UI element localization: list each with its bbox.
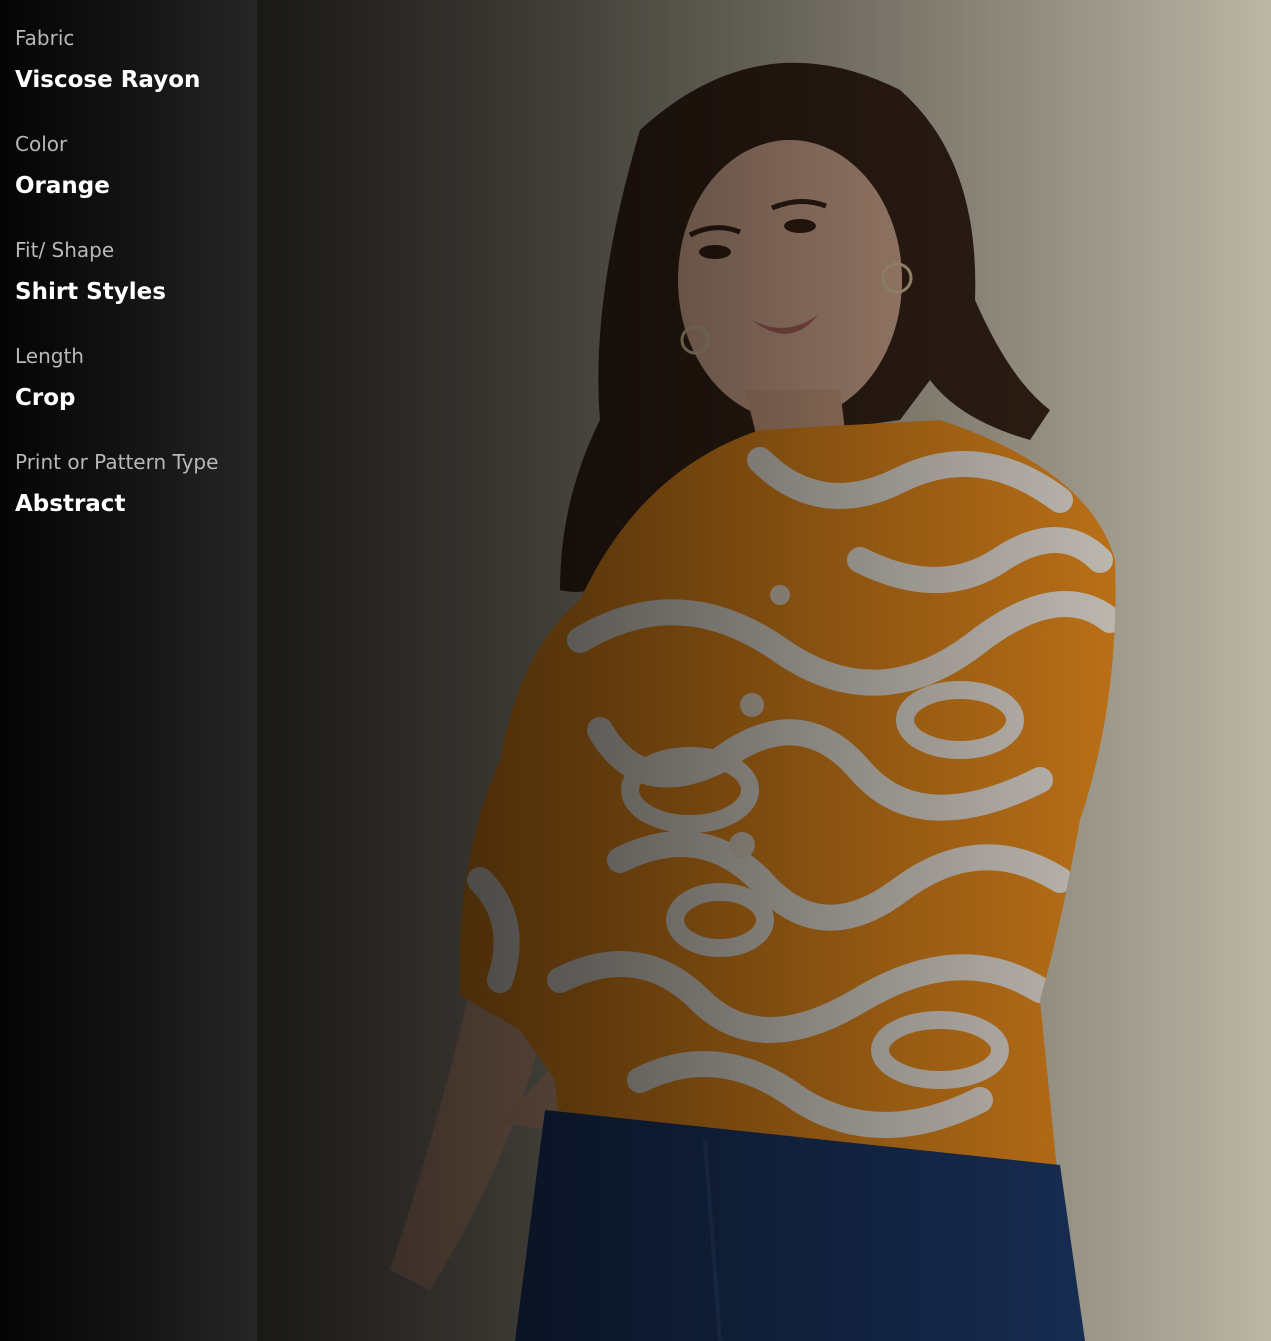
attribute-fit-shape: Fit/ Shape Shirt Styles bbox=[15, 238, 166, 306]
attribute-value: Orange bbox=[15, 173, 110, 199]
product-detail-view: Fabric Viscose Rayon Color Orange Fit/ S… bbox=[0, 0, 1271, 1341]
attribute-print-pattern: Print or Pattern Type Abstract bbox=[15, 450, 218, 518]
product-attributes-panel: Fabric Viscose Rayon Color Orange Fit/ S… bbox=[0, 0, 257, 1341]
attribute-value: Abstract bbox=[15, 491, 126, 517]
attribute-label: Print or Pattern Type bbox=[15, 450, 219, 474]
attribute-label: Length bbox=[15, 344, 84, 368]
attribute-length: Length Crop bbox=[15, 344, 84, 412]
attribute-fabric: Fabric Viscose Rayon bbox=[15, 26, 200, 94]
attribute-value: Shirt Styles bbox=[15, 279, 166, 305]
attribute-label: Fabric bbox=[15, 26, 75, 50]
attribute-color: Color Orange bbox=[15, 132, 110, 200]
attribute-value: Viscose Rayon bbox=[15, 67, 201, 93]
attribute-label: Fit/ Shape bbox=[15, 238, 115, 262]
attribute-label: Color bbox=[15, 132, 68, 156]
attribute-value: Crop bbox=[15, 385, 76, 411]
